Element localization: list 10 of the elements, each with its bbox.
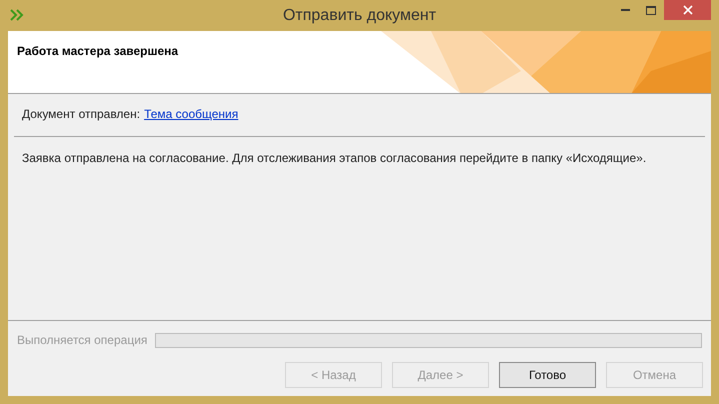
- window-title: Отправить документ: [282, 6, 436, 26]
- header-title: Работа мастера завершена: [17, 43, 178, 60]
- close-button[interactable]: [664, 0, 711, 20]
- wizard-button[interactable]: Готово: [499, 362, 596, 388]
- sent-label: Документ отправлен:: [22, 106, 140, 123]
- status-message: Заявка отправлена на согласование. Для отслеживания этапов согласования перейдите в папку «Исходящие».: [21, 150, 648, 167]
- subject-link[interactable]: Тема сообщения: [144, 105, 238, 123]
- progress-label: Выполняется операция: [17, 332, 148, 349]
- close-icon: [682, 5, 692, 15]
- chevrons-icon: [10, 9, 26, 21]
